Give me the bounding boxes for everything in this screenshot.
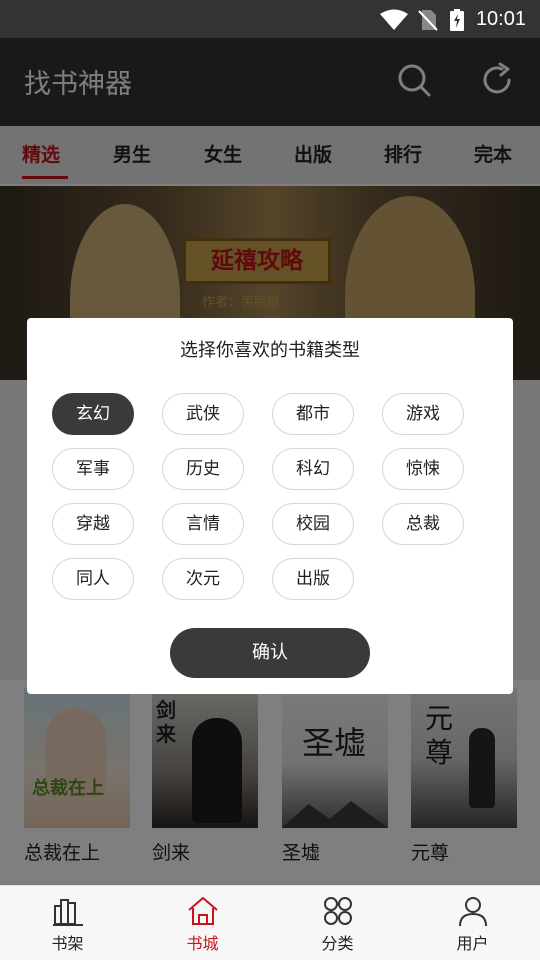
nav-bookstore[interactable]: 书城 (135, 886, 270, 960)
status-time: 10:01 (475, 8, 526, 30)
status-bar: 10:01 (0, 0, 540, 38)
genre-chip-kehuan[interactable]: 科幻 (272, 448, 354, 490)
genre-chip-xiaoyuan[interactable]: 校园 (272, 503, 354, 545)
genre-chip-tongren[interactable]: 同人 (52, 558, 134, 600)
nav-label: 书城 (186, 934, 219, 953)
confirm-button[interactable]: 确认 (170, 628, 370, 678)
genre-chip-youxi[interactable]: 游戏 (382, 393, 464, 435)
genre-chip-ciyuan[interactable]: 次元 (162, 558, 244, 600)
grid-icon (323, 897, 352, 925)
genre-chip-junshi[interactable]: 军事 (52, 448, 134, 490)
genre-chip-wuxia[interactable]: 武侠 (162, 393, 244, 435)
genre-chip-zongcai[interactable]: 总裁 (382, 503, 464, 545)
genre-chip-yanqing[interactable]: 言情 (162, 503, 244, 545)
nav-category[interactable]: 分类 (270, 886, 405, 960)
genre-chip-jingsong[interactable]: 惊悚 (382, 448, 464, 490)
genre-chip-chuanyue[interactable]: 穿越 (52, 503, 134, 545)
home-icon (187, 897, 218, 925)
bookshelf-icon (52, 899, 83, 926)
bottom-nav: 书架 书城 分类 用户 (0, 885, 540, 960)
genre-chip-lishi[interactable]: 历史 (162, 448, 244, 490)
user-icon (458, 897, 487, 927)
nav-user[interactable]: 用户 (405, 886, 540, 960)
nav-bookshelf[interactable]: 书架 (0, 886, 135, 960)
nav-label: 书架 (51, 934, 84, 953)
genre-chip-xuanhuan[interactable]: 玄幻 (52, 393, 134, 435)
genre-chip-dushi[interactable]: 都市 (272, 393, 354, 435)
nav-label: 用户 (456, 934, 489, 953)
no-sim-icon (418, 10, 438, 31)
battery-charging-icon (450, 9, 464, 31)
genre-chip-chuban[interactable]: 出版 (272, 558, 354, 600)
wifi-icon (380, 9, 408, 30)
nav-label: 分类 (321, 934, 354, 953)
dialog-title: 选择你喜欢的书籍类型 (180, 340, 360, 361)
genre-picker-dialog: 选择你喜欢的书籍类型 玄幻 武侠 都市 游戏 军事 历史 科幻 惊悚 穿越 言情… (27, 318, 513, 694)
